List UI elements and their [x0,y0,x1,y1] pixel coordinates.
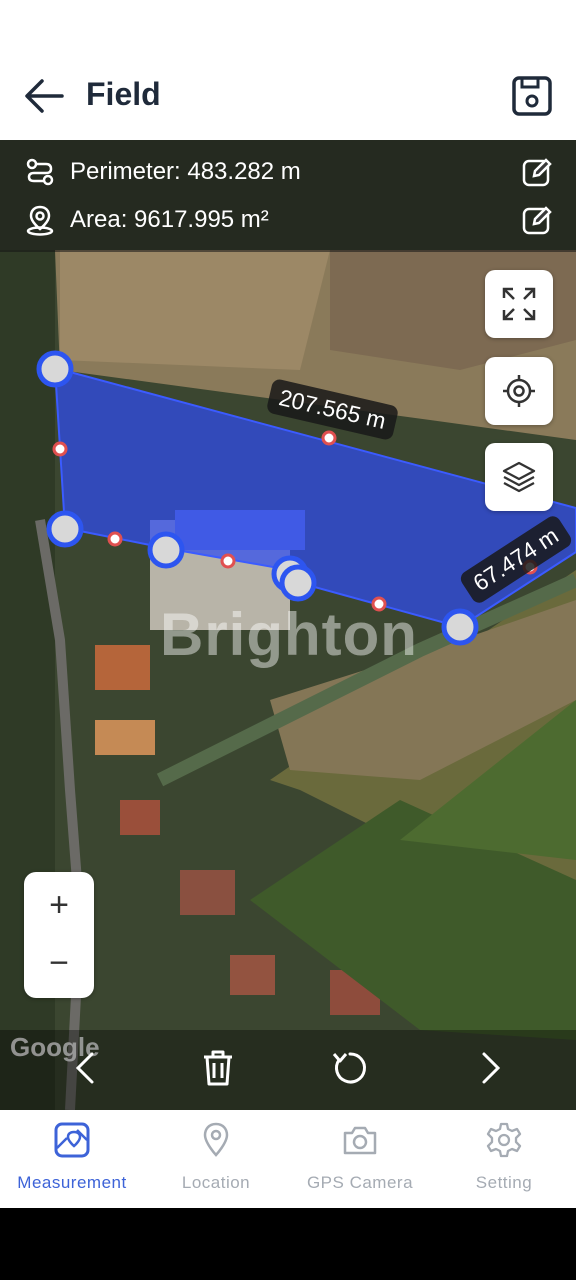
nav-setting[interactable]: Setting [432,1110,576,1208]
zoom-control: + − [24,872,94,998]
save-button[interactable] [508,72,556,120]
midpoint-marker [321,430,337,446]
nav-label: Measurement [17,1173,127,1192]
chevron-left-icon[interactable] [64,1046,108,1090]
gear-icon [486,1122,522,1158]
nav-measurement[interactable]: Measurement [0,1110,144,1208]
camera-icon [343,1126,377,1155]
crosshair-icon [503,375,535,407]
map-layers-button[interactable] [485,443,553,511]
midpoint-marker [107,531,123,547]
location-area-icon [26,205,54,236]
nav-location[interactable]: Location [144,1110,288,1208]
back-button[interactable] [20,74,68,118]
measurement-info-panel: Perimeter: 483.282 m Area: 9617.995 m² [0,140,576,252]
edit-toolbar [0,1030,576,1110]
edit-area-icon[interactable] [520,203,554,237]
midpoint-marker [52,441,68,457]
expand-icon [502,287,536,321]
zoom-out-button[interactable]: − [24,934,94,992]
save-icon [512,76,552,116]
nav-label: Setting [475,1173,533,1192]
undo-icon[interactable] [328,1046,372,1090]
perimeter-row: Perimeter: 483.282 m [0,150,576,196]
map-view[interactable]: Brighton 207.565 m 67.474 m Perimeter: 4… [0,140,576,1110]
zoom-in-button[interactable]: + [24,876,94,934]
area-value: Area: 9617.995 m² [70,206,269,233]
page-title: Field [86,76,161,112]
layers-icon [502,461,536,493]
nav-label: Location [181,1173,251,1192]
fullscreen-button[interactable] [485,270,553,338]
area-row: Area: 9617.995 m² [0,198,576,244]
watermark: Brighton [160,601,418,668]
route-icon [26,158,54,186]
system-navigation-bar [0,1208,576,1280]
arrow-left-icon [25,79,64,113]
chevron-right-icon[interactable] [468,1046,512,1090]
my-location-button[interactable] [485,357,553,425]
app-header: Field [0,0,576,140]
nav-gps-camera[interactable]: GPS Camera [288,1110,432,1208]
nav-label: GPS Camera [306,1173,414,1192]
bottom-navigation: Measurement Location GPS Camera Setting [0,1110,576,1208]
trash-icon[interactable] [196,1046,240,1090]
midpoint-marker [220,553,236,569]
location-pin-icon [203,1122,229,1157]
perimeter-value: Perimeter: 483.282 m [70,158,301,185]
map-measure-icon [54,1122,90,1158]
edit-perimeter-icon[interactable] [520,155,554,189]
